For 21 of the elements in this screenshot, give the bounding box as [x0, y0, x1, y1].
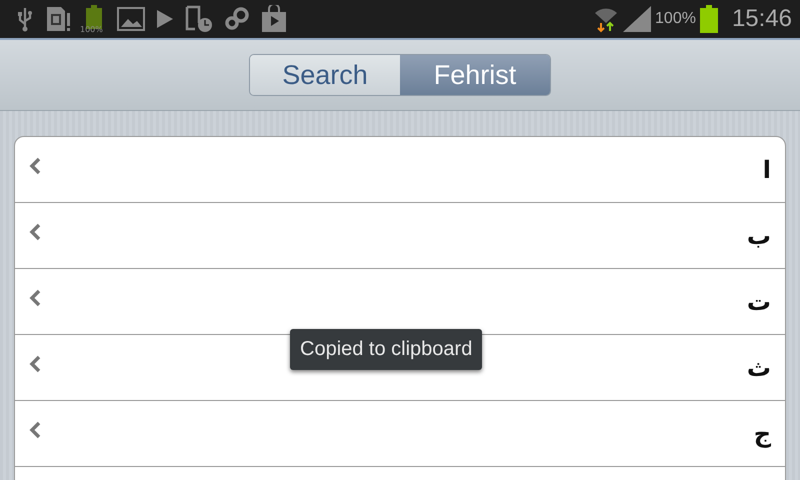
phone-clock-icon: [185, 5, 213, 33]
usb-icon: [16, 6, 34, 32]
play-icon: [156, 9, 174, 29]
chevron-left-icon: [29, 156, 41, 174]
signal-text: 100%: [655, 10, 696, 28]
sync-icon: [224, 6, 250, 32]
signal-icon: [623, 6, 652, 32]
chevron-left-icon: [29, 288, 41, 306]
battery-icon: [700, 5, 718, 33]
chevron-left-icon: [29, 420, 41, 438]
store-icon: [261, 5, 287, 33]
image-icon: [117, 7, 145, 31]
chevron-left-icon: [29, 222, 41, 240]
chevron-left-icon: [29, 354, 41, 372]
clock: 15:46: [732, 5, 792, 33]
toast: Copied to clipboard: [290, 329, 482, 370]
sd-card-icon: [45, 5, 71, 33]
list-item[interactable]: ب: [15, 203, 785, 269]
list-item[interactable]: ا: [15, 137, 785, 203]
list-item[interactable]: ج: [15, 401, 785, 467]
tab[interactable]: Search: [250, 55, 400, 95]
